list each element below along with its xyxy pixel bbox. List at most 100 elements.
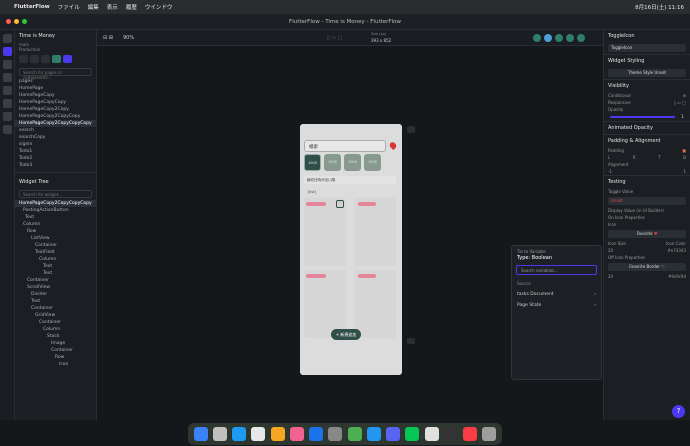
on-icon-values[interactable]: 20 #e74343 [604,247,690,254]
collab-avatar[interactable] [533,34,541,42]
app-icon[interactable] [347,427,362,441]
page-item[interactable]: HomePageCopy [15,92,96,99]
opacity-slider[interactable] [610,116,676,118]
pages-folder[interactable]: pages [15,78,96,85]
sort-dropdown[interactable]: 締切日時が近い順 [304,176,396,184]
discord-icon[interactable] [386,427,401,441]
minimize-window-button[interactable] [14,19,19,24]
add-page-button[interactable] [52,55,61,63]
app-icon[interactable] [424,427,439,441]
menu-app-name[interactable]: FlutterFlow [14,4,50,10]
api-icon[interactable] [2,86,12,95]
photos-icon[interactable] [270,427,285,441]
add-task-button[interactable]: + 新規追加 [331,329,361,340]
build-icon[interactable] [2,34,12,43]
conditional-row[interactable]: Conditional ⊕ [604,92,690,99]
toggle-value-field[interactable]: Unset [608,197,686,205]
menu-file[interactable]: ファイル [58,3,80,11]
launchpad-icon[interactable] [212,427,227,441]
firestore-icon[interactable] [2,73,12,82]
on-icon-picker[interactable]: Favorite ♥ [608,230,686,238]
source-row-tasks[interactable]: tasks Document › [512,289,601,300]
task-card[interactable]: ♡ [304,198,346,266]
canvas-layout-icon[interactable] [407,338,415,344]
flows-tab[interactable] [41,55,50,63]
page-item[interactable]: HomePage [15,85,96,92]
tree-node[interactable]: Text [15,214,96,221]
trash-icon[interactable] [482,427,497,441]
app-icon[interactable] [309,427,324,441]
favorite-toggle-icon[interactable]: ♡ [336,200,344,208]
tree-node[interactable]: Divider [15,291,96,298]
menu-edit[interactable]: 編集 [88,3,99,11]
animated-opacity-title[interactable]: Animated Opacity [604,121,690,134]
tree-node[interactable]: Column [15,326,96,333]
tree-node[interactable]: Container [15,305,96,312]
tree-node[interactable]: TextField [15,249,96,256]
off-icon-values[interactable]: 20 #9c9c9d [604,273,690,280]
line-icon[interactable] [405,427,420,441]
share-icon[interactable] [577,34,585,42]
widget-tree-icon[interactable] [2,47,12,56]
page-item[interactable]: signin [15,141,96,148]
tree-node[interactable]: Column [15,256,96,263]
tree-node[interactable]: Icon [15,361,96,368]
align-x[interactable]: -1 [608,169,612,174]
phone-icon[interactable]: ▯ ▭ ▢ [327,35,342,41]
page-item[interactable]: Todo2 [15,155,96,162]
amount-chip[interactable]: 1000 [364,154,381,171]
tree-node[interactable]: Text [15,298,96,305]
test-icon[interactable] [2,125,12,134]
source-row-page-state[interactable]: Page State › [512,300,601,311]
app-icon[interactable] [328,427,343,441]
amount-chip[interactable]: 1000 [324,154,341,171]
tree-node[interactable]: Row [15,228,96,235]
music-icon[interactable] [463,427,478,441]
tree-node[interactable]: Stack [15,333,96,340]
close-window-button[interactable] [6,19,11,24]
tree-node[interactable]: Row [15,354,96,361]
safari-icon[interactable] [232,427,247,441]
responsive-row[interactable]: Responsive ▯ ▭ ▢ [604,99,690,106]
ai-gen-button[interactable] [63,55,72,63]
canvas-more-icon[interactable] [407,126,415,133]
padding-values[interactable]: L R T B [604,154,690,161]
app-icon[interactable] [289,427,304,441]
zoom-window-button[interactable] [22,19,27,24]
task-card[interactable] [354,198,396,266]
page-item[interactable]: HomePageCopy2Copy [15,106,96,113]
settings-icon[interactable] [2,99,12,108]
on-icon-color[interactable]: #e74343 [667,248,686,253]
page-item[interactable]: Todo3 [15,162,96,169]
menu-window[interactable]: ウインドウ [145,3,173,11]
variable-search-input[interactable]: Search variables... [516,265,597,275]
menu-history[interactable]: 履歴 [126,3,137,11]
app-icon[interactable] [366,427,381,441]
alignment-values[interactable]: -1 1 [604,168,690,175]
align-y[interactable]: 1 [683,169,686,174]
app-icon[interactable] [443,427,458,441]
tree-node[interactable]: ListView [15,235,96,242]
tree-node[interactable]: ScrollView [15,284,96,291]
storyboard-icon[interactable] [2,60,12,69]
preview-icon[interactable] [544,34,552,42]
tree-node[interactable]: GridView [15,312,96,319]
opacity-value[interactable]: 1 [681,115,684,120]
page-item[interactable]: HomePageCopy2CopyCopy [15,113,96,120]
tree-node[interactable]: Container [15,277,96,284]
finder-icon[interactable] [193,427,208,441]
padding-row[interactable]: Padding ■ [604,147,690,154]
off-icon-size[interactable]: 20 [608,274,613,279]
pages-tab[interactable] [19,55,28,63]
canvas-tools[interactable]: ⊟ ⊞ [103,35,113,41]
test-mode-icon[interactable] [566,34,574,42]
menu-view[interactable]: 表示 [107,3,118,11]
task-card[interactable] [304,270,346,338]
tree-root[interactable]: HomePageCopy2CopyCopyCopy [15,200,96,207]
theme-style-button[interactable]: Theme Style Unset [608,69,686,77]
theme-icon[interactable] [2,112,12,121]
widget-search-input[interactable]: Search for widget... [19,190,92,198]
device-size[interactable]: 393 x 852 [371,38,391,43]
tree-node[interactable]: Image [15,340,96,347]
display-value-row[interactable]: Display Value (in UI Builder) [604,207,690,214]
